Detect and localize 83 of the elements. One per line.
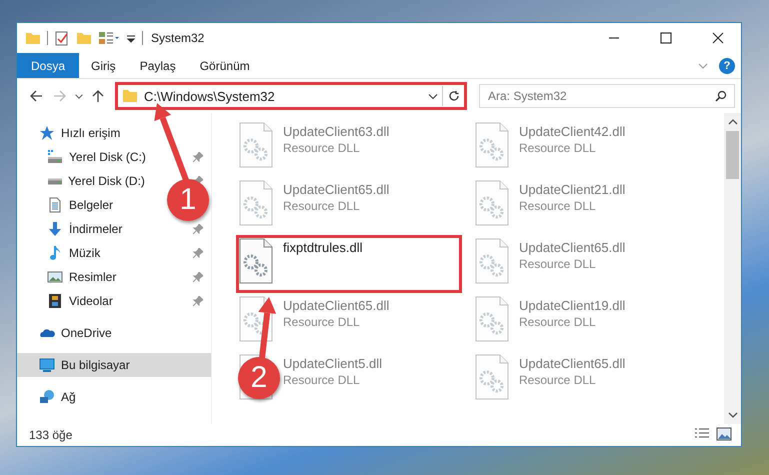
ribbon-tab[interactable]: Görünüm [188,53,262,78]
sidebar-item[interactable]: Müzik [17,241,163,265]
folder-icon [122,89,138,103]
close-icon [712,32,724,44]
file-type: Resource DLL [519,315,597,329]
file-type: Resource DLL [519,141,597,155]
document-icon [47,197,63,213]
pin-icon[interactable] [193,296,203,306]
sidebar-item[interactable]: Bu bilgisayar [17,353,211,377]
file-type: Resource DLL [519,199,597,213]
monitor-icon [39,357,55,373]
gear-file-icon [239,238,273,284]
sidebar-item[interactable]: Belgeler [17,193,163,217]
sidebar-item[interactable]: Hızlı erişim [17,121,163,145]
file-name[interactable]: UpdateClient65.dll [283,182,390,197]
scroll-up-icon[interactable] [728,117,738,127]
file-type: Resource DLL [519,373,597,387]
file-name[interactable]: UpdateClient5.dll [283,356,382,371]
minimize-icon [608,37,620,39]
forward-arrow-icon [53,89,67,103]
file-name[interactable]: UpdateClient65.dll [519,240,626,255]
ribbon-tab[interactable]: Paylaş [128,53,188,78]
pin-icon[interactable] [193,224,203,234]
drive-icon [48,178,62,184]
file-type: Resource DLL [519,257,597,271]
star-icon [39,125,55,141]
pin-icon[interactable] [193,248,203,258]
music-note-icon [47,245,63,261]
network-icon [39,389,55,405]
sidebar-item[interactable]: Resimler [17,265,163,289]
sidebar-item[interactable]: OneDrive [17,321,163,345]
sidebar-item[interactable]: Yerel Disk (D:) [17,169,163,193]
address-field[interactable]: C:\Windows\System32 [115,82,467,110]
scroll-down-icon[interactable] [728,410,738,420]
gear-file-icon [475,296,509,342]
film-icon [47,293,63,309]
help-button[interactable]: ? [719,58,735,74]
back-arrow-icon [29,89,43,103]
gear-file-icon [475,122,509,168]
scrollbar[interactable] [724,113,741,424]
ribbon-tab[interactable]: Giriş [79,53,128,78]
file-name[interactable]: UpdateClient65.dll [519,356,626,371]
file-type: Resource DLL [283,141,361,155]
large-icons-view-button[interactable] [715,427,733,443]
file-name[interactable]: UpdateClient21.dll [519,182,626,197]
item-count: 133 öğe [29,428,74,442]
properties-icon[interactable] [98,30,120,46]
up-arrow-icon [91,89,105,103]
gear-file-icon [475,180,509,226]
file-type: Resource DLL [283,373,361,387]
file-name[interactable]: UpdateClient63.dll [283,124,390,139]
file-type: Resource DLL [283,315,361,329]
picture-icon [47,269,63,285]
file-type: Resource DLL [283,199,361,213]
arrow [258,297,276,358]
search-field[interactable]: Ara: System32 [479,84,735,108]
down-arrow-icon [47,221,63,237]
gear-file-icon [239,180,273,226]
scroll-thumb[interactable] [726,131,739,179]
file-name[interactable]: UpdateClient19.dll [519,298,626,313]
gear-file-icon [239,122,273,168]
search-icon [715,90,727,102]
maximize-icon [660,32,672,44]
sidebar-item[interactable]: Yerel Disk (C:) [17,145,163,169]
folder-icon [25,30,41,46]
file-name[interactable]: UpdateClient65.dll [283,298,390,313]
caret-icon [428,94,438,98]
pin-icon[interactable] [193,152,203,162]
sidebar-item[interactable]: Ağ [17,385,163,409]
refresh-icon [448,90,460,102]
gear-file-icon [239,296,273,342]
sidebar-item[interactable]: İndirmeler [17,217,163,241]
sidebar-item[interactable]: Videolar [17,289,163,313]
gear-file-icon [475,354,509,400]
pin-icon[interactable] [193,272,203,282]
file-name[interactable]: fixptdtrules.dll [283,240,362,255]
ribbon-tab[interactable]: Dosya [17,53,80,78]
window-title: System32 [151,31,206,45]
drive-icon [47,149,63,165]
gear-file-icon [475,238,509,284]
checkmark-document-icon[interactable] [54,30,70,46]
file-name[interactable]: UpdateClient42.dll [519,124,626,139]
caret-icon [75,94,83,98]
